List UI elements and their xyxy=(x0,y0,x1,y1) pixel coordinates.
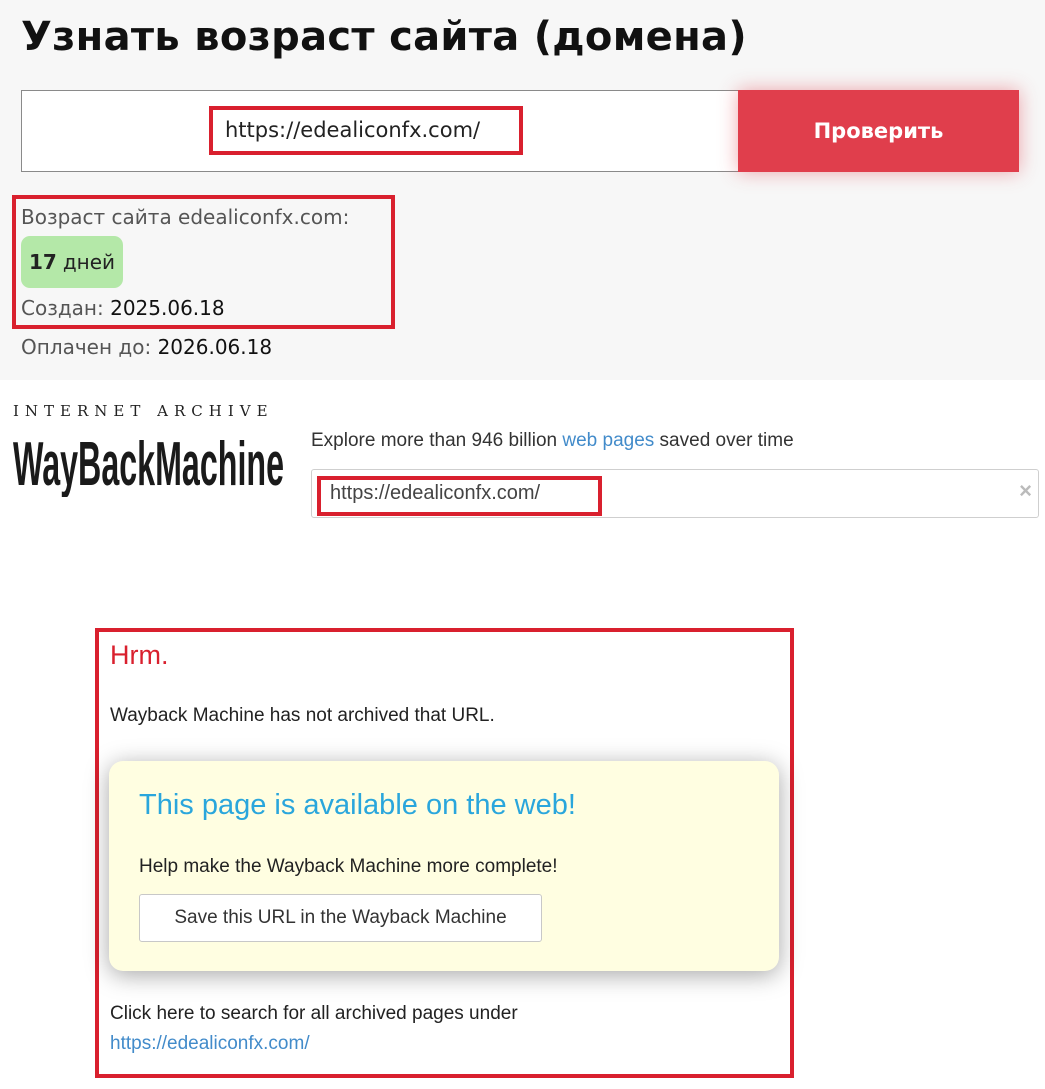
paid-until-row: Оплачен до: 2026.06.18 xyxy=(21,335,272,359)
created-value: 2025.06.18 xyxy=(110,296,225,320)
paid-until-value: 2026.06.18 xyxy=(157,335,273,359)
search-all-text: Click here to search for all archived pa… xyxy=(110,1003,518,1024)
created-row: Создан: 2025.06.18 xyxy=(21,296,225,320)
available-panel: This page is available on the web! Help … xyxy=(109,761,779,971)
wayback-machine-logo[interactable]: WayBackMachine xyxy=(13,425,284,497)
explore-text: Explore more than 946 billion web pages … xyxy=(311,430,794,452)
wayback-search-input[interactable]: https://edealiconfx.com/ × xyxy=(311,469,1039,518)
help-text: Help make the Wayback Machine more compl… xyxy=(139,856,558,877)
site-age-number: 17 xyxy=(29,250,57,274)
explore-suffix: saved over time xyxy=(654,430,794,451)
not-archived-message: Wayback Machine has not archived that UR… xyxy=(110,705,495,726)
site-age-unit: дней xyxy=(62,250,116,274)
age-checker-section: Узнать возраст сайта (домена) https://ed… xyxy=(0,0,1045,380)
explore-prefix: Explore more than 946 billion xyxy=(311,430,563,451)
wayback-search-value: https://edealiconfx.com/ xyxy=(330,482,541,504)
site-age-badge: 17 дней xyxy=(21,236,124,288)
domain-input-value: https://edealiconfx.com/ xyxy=(225,118,481,142)
wayback-logo-text: WayBackMachine xyxy=(13,430,284,497)
site-age-label: Возраст сайта edealiconfx.com: xyxy=(21,205,350,229)
search-all-link[interactable]: https://edealiconfx.com/ xyxy=(110,1033,310,1055)
web-pages-link[interactable]: web pages xyxy=(562,430,654,451)
available-title: This page is available on the web! xyxy=(139,789,576,821)
save-url-button[interactable]: Save this URL in the Wayback Machine xyxy=(139,894,542,942)
created-label: Создан: xyxy=(21,296,104,320)
clear-icon[interactable]: × xyxy=(1019,478,1032,504)
check-button[interactable]: Проверить xyxy=(738,90,1019,172)
internet-archive-text: INTERNET ARCHIVE xyxy=(13,402,274,420)
paid-until-label: Оплачен до: xyxy=(21,335,152,359)
hrm-title: Hrm. xyxy=(110,640,169,670)
domain-input[interactable]: https://edealiconfx.com/ xyxy=(21,90,739,172)
page-title: Узнать возраст сайта (домена) xyxy=(21,14,747,60)
